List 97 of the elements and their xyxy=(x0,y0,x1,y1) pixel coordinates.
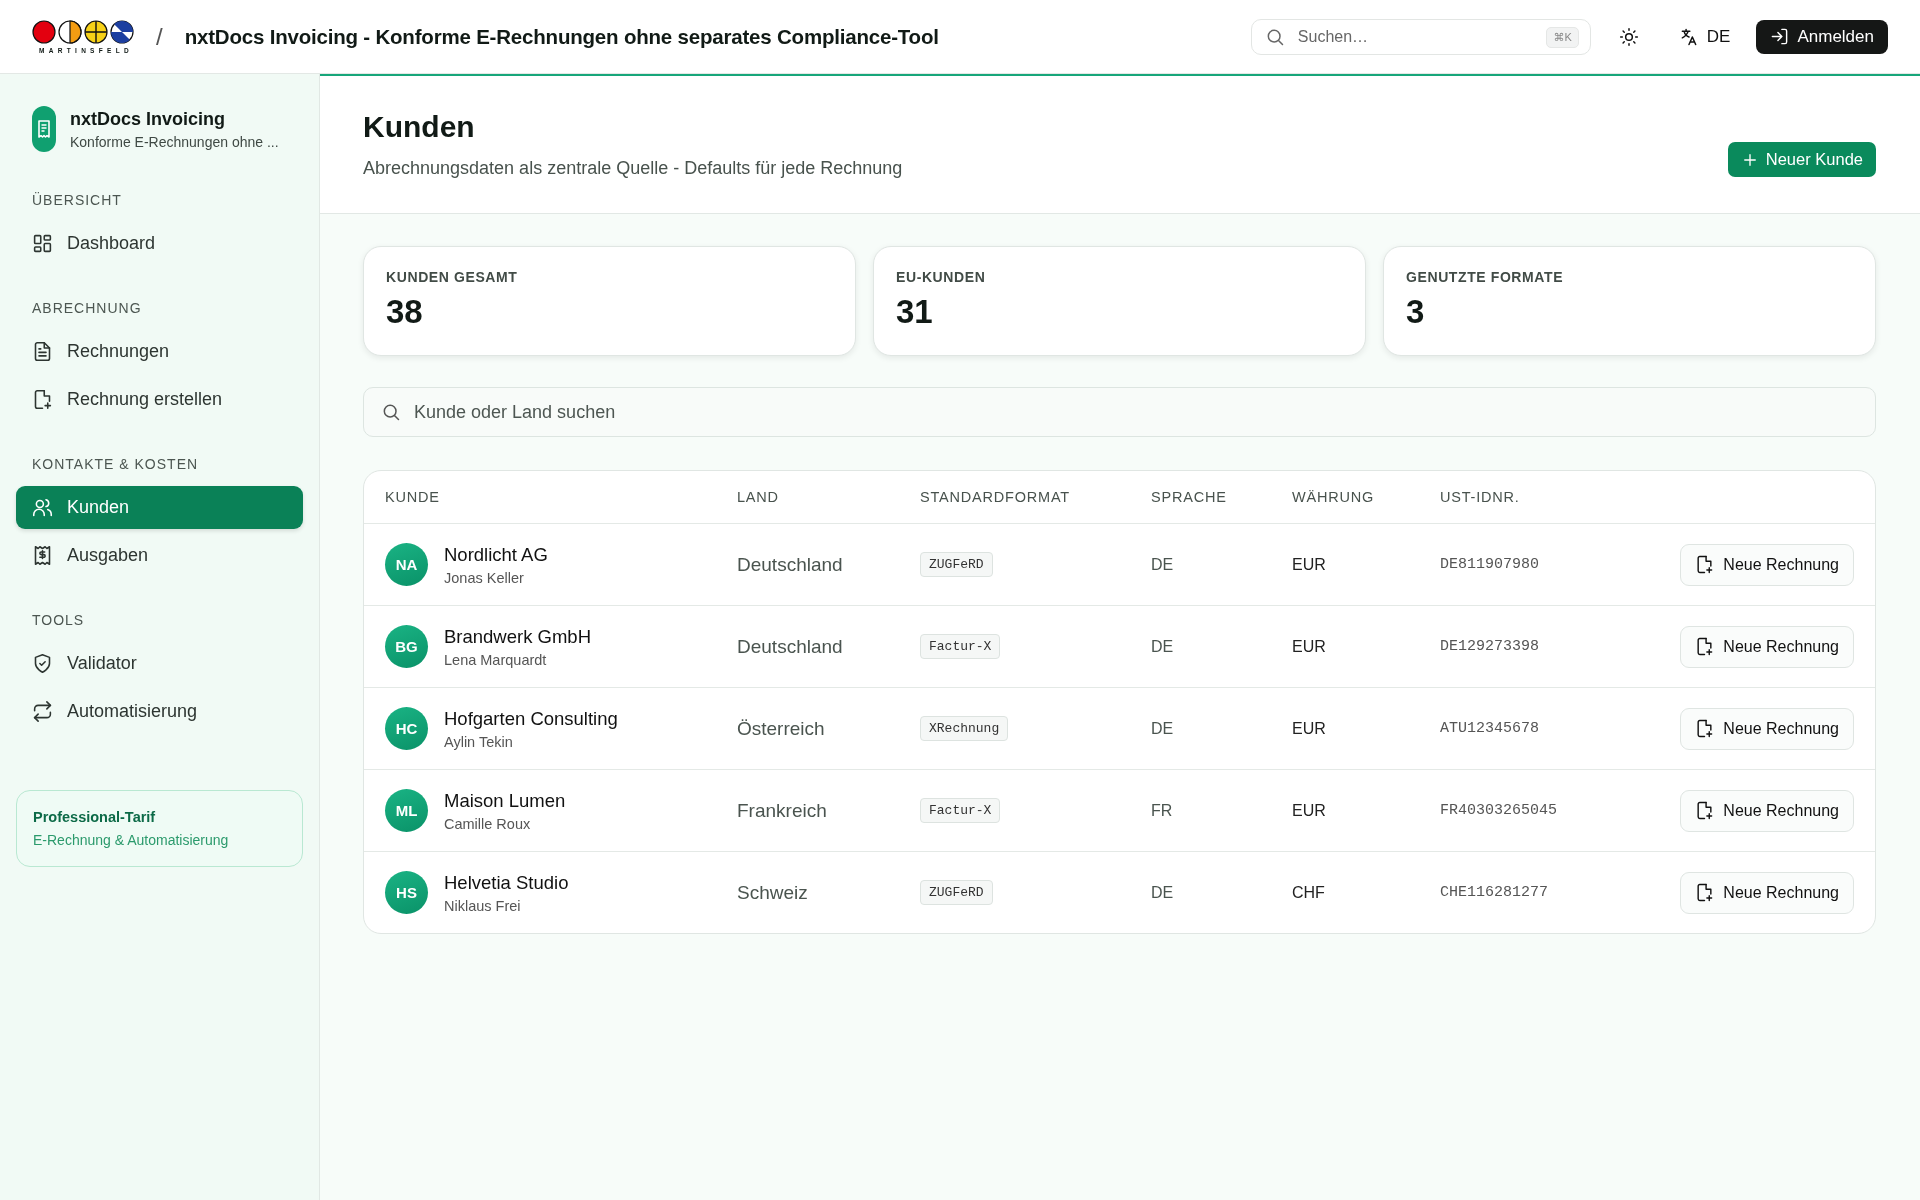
currency-cell-text: EUR xyxy=(1292,719,1327,738)
column-header: SPRACHE xyxy=(1151,489,1228,505)
section-heading: ÜBERSICHT xyxy=(31,192,123,208)
contact-name: Niklaus Frei xyxy=(444,897,522,914)
format-tag: ZUGFeRD xyxy=(920,880,993,905)
search-icon xyxy=(381,402,401,422)
currency-cell-text: CHF xyxy=(1292,883,1326,902)
nav-item[interactable]: Dashboard xyxy=(16,222,303,265)
vat-id-cell-text: ATU12345678 xyxy=(1440,720,1541,737)
customer-name: Hofgarten Consulting xyxy=(444,707,618,730)
format-tag: Factur-X xyxy=(920,634,1001,659)
receipt-icon xyxy=(32,545,53,566)
customer-name: Brandwerk GmbH xyxy=(444,625,591,648)
dashboard-icon xyxy=(32,233,53,254)
vat-id-cell-text: FR40303265045 xyxy=(1440,802,1559,819)
new-invoice-button[interactable]: Neue Rechnung xyxy=(1680,625,1854,668)
country-cell-text: Österreich xyxy=(737,717,826,740)
format-tag: XRechnung xyxy=(920,716,1009,741)
vat-id-cell-text: CHE116281277 xyxy=(1440,884,1550,901)
nav-item[interactable]: Rechnungen xyxy=(16,330,303,373)
language-cell-text: DE xyxy=(1151,637,1175,656)
file-plus-icon xyxy=(1695,801,1715,820)
nav-item[interactable]: Automatisierung xyxy=(16,690,303,733)
app-subtitle: Konforme E-Rechnungen ohne ... xyxy=(70,133,279,150)
repeat-icon xyxy=(32,701,53,722)
country-cell-text: Schweiz xyxy=(737,881,809,904)
language-cell-text: FR xyxy=(1151,801,1174,820)
login-icon xyxy=(1770,27,1790,46)
initials-avatar: NA xyxy=(385,543,428,586)
country-cell-text: Frankreich xyxy=(737,799,828,822)
currency-cell-text: EUR xyxy=(1292,637,1327,656)
page-subtitle: Abrechnungsdaten als zentrale Quelle - Defaults für jede Rechnung xyxy=(363,158,903,179)
document-icon xyxy=(32,341,53,362)
new-invoice-button[interactable]: Neue Rechnung xyxy=(1680,707,1854,750)
shield-check-icon xyxy=(32,653,53,674)
initials-avatar: HS xyxy=(385,871,428,914)
initials-avatar: ML xyxy=(385,789,428,832)
nav-item[interactable]: Validator xyxy=(16,642,303,685)
stat-label: GENUTZTE FORMATE xyxy=(1406,269,1565,285)
language-cell-text: DE xyxy=(1151,883,1175,902)
column-header: LAND xyxy=(737,489,780,505)
new-invoice-button[interactable]: Neue Rechnung xyxy=(1680,789,1854,832)
stat-label: EU-KUNDEN xyxy=(896,269,987,285)
users-icon xyxy=(32,497,53,518)
file-plus-icon xyxy=(1695,555,1715,574)
sun-icon xyxy=(1618,26,1639,47)
country-cell-text: Deutschland xyxy=(737,553,844,576)
customer-name: Nordlicht AG xyxy=(444,543,548,566)
column-header: KUNDE xyxy=(385,489,441,505)
nav-item[interactable]: Ausgaben xyxy=(16,534,303,577)
nav-item[interactable]: Kunden xyxy=(16,486,303,529)
contact-name: Lena Marquardt xyxy=(444,651,548,668)
new-customer-button[interactable]: Neuer Kunde xyxy=(1727,142,1876,177)
contact-name: Aylin Tekin xyxy=(444,733,514,750)
format-tag: ZUGFeRD xyxy=(920,552,993,577)
page-title: Kunden xyxy=(363,110,476,144)
login-button[interactable]: Anmelden xyxy=(1756,19,1888,54)
stat-value: 3 xyxy=(1406,293,1426,331)
plan-subtitle: E-Rechnung & Automatisierung xyxy=(33,832,230,848)
section-heading: ABRECHNUNG xyxy=(31,300,143,316)
column-header: STANDARDFORMAT xyxy=(920,489,1072,505)
section-heading: KONTAKTE & KOSTEN xyxy=(31,456,200,472)
app-logo-icon xyxy=(32,106,56,152)
file-plus-icon xyxy=(32,389,53,410)
customer-search-field[interactable]: Kunde oder Land suchen xyxy=(363,387,1876,437)
breadcrumb-separator: / xyxy=(156,22,163,51)
vat-id-cell-text: DE811907980 xyxy=(1440,556,1541,573)
currency-cell-text: EUR xyxy=(1292,555,1327,574)
plan-title: Professional-Tarif xyxy=(33,809,157,825)
column-header: UST-IDNR. xyxy=(1440,489,1521,505)
nav-item[interactable]: Rechnung erstellen xyxy=(16,378,303,421)
new-invoice-button[interactable]: Neue Rechnung xyxy=(1680,871,1854,914)
currency-cell-text: EUR xyxy=(1292,801,1327,820)
initials-avatar: HC xyxy=(385,707,428,750)
file-plus-icon xyxy=(1695,637,1715,656)
language-button[interactable]: DE xyxy=(1672,20,1737,53)
language-cell-text: DE xyxy=(1151,555,1175,574)
customer-name: Maison Lumen xyxy=(444,789,566,812)
contact-name: Camille Roux xyxy=(444,815,532,832)
stat-value: 31 xyxy=(896,293,934,331)
language-cell-text: DE xyxy=(1151,719,1175,738)
column-header: WÄHRUNG xyxy=(1292,489,1376,505)
country-cell-text: Deutschland xyxy=(737,635,844,658)
customer-name: Helvetia Studio xyxy=(444,871,569,894)
app-name: nxtDocs Invoicing xyxy=(70,108,227,130)
file-plus-icon xyxy=(1695,883,1715,902)
format-tag: Factur-X xyxy=(920,798,1001,823)
file-plus-icon xyxy=(1695,719,1715,738)
section-heading: TOOLS xyxy=(31,612,86,628)
contact-name: Jonas Keller xyxy=(444,569,525,586)
app-title: nxtDocs Invoicing - Konforme E-Rechnungen ohne separates Compliance-Tool xyxy=(184,24,939,49)
logo-icon xyxy=(32,19,136,45)
stat-value: 38 xyxy=(386,293,424,331)
new-invoice-button[interactable]: Neue Rechnung xyxy=(1680,543,1854,586)
stat-label: KUNDEN GESAMT xyxy=(386,269,519,285)
vat-id-cell-text: DE129273398 xyxy=(1440,638,1541,655)
initials-avatar: BG xyxy=(385,625,428,668)
